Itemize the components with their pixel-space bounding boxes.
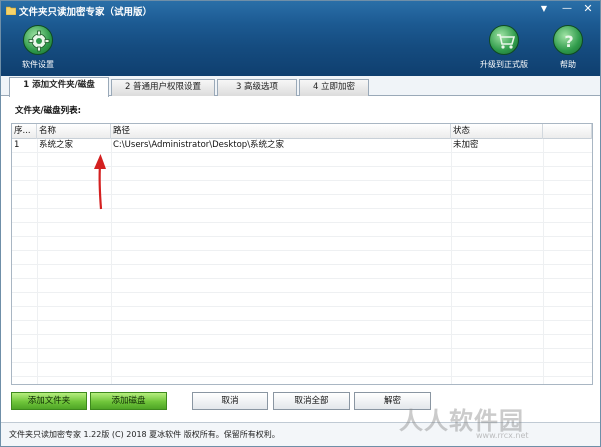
row-status: 未加密 [453, 140, 479, 150]
column-header-empty [543, 124, 592, 139]
cart-icon [489, 25, 519, 55]
red-arrow-annotation [94, 154, 106, 210]
table-row-empty [12, 251, 592, 265]
status-text: 文件夹只读加密专家 1.22版 (C) 2018 夏冰软件 版权所有。保留所有权… [9, 430, 280, 439]
add-disk-button[interactable]: 添加磁盘 [90, 392, 167, 410]
table-row-empty [12, 349, 592, 363]
table-row-empty [12, 237, 592, 251]
table-row-empty [12, 223, 592, 237]
help-button[interactable]: ? 帮助 [533, 25, 600, 75]
row-path: C:\Users\Administrator\Desktop\系统之家 [113, 140, 285, 150]
settings-label: 软件设置 [22, 60, 54, 69]
app-icon [6, 6, 16, 15]
title-header: 文件夹只读加密专家（试用版） ▼ — ✕ 软件设置 升级到正式版 ? 帮助 [1, 1, 600, 76]
row-seq: 1 [14, 140, 20, 150]
tab-advanced-options[interactable]: 3 高级选项 [217, 79, 297, 96]
table-row-empty [12, 307, 592, 321]
watermark-url: www.rrcx.net [476, 431, 529, 440]
table-row-empty [12, 209, 592, 223]
column-header-name[interactable]: 名称 [37, 124, 111, 139]
table-row-empty [12, 363, 592, 377]
question-icon: ? [553, 25, 583, 55]
gear-icon [23, 25, 53, 55]
folder-list-label: 文件夹/磁盘列表: [15, 106, 82, 116]
close-button[interactable]: ✕ [579, 3, 597, 16]
settings-button[interactable]: 软件设置 [3, 25, 73, 75]
table-header: 序... 名称 路径 状态 [12, 124, 592, 139]
svg-text:?: ? [564, 32, 573, 51]
table-row-empty [12, 321, 592, 335]
column-header-seq[interactable]: 序... [12, 124, 37, 139]
app-window: 文件夹只读加密专家（试用版） ▼ — ✕ 软件设置 升级到正式版 ? 帮助 1 … [0, 0, 601, 447]
tab-user-permissions[interactable]: 2 普通用户权限设置 [111, 79, 215, 96]
upgrade-button[interactable]: 升级到正式版 [469, 25, 539, 75]
minimize-button[interactable]: — [558, 3, 576, 16]
tab-add-folder-disk[interactable]: 1 添加文件夹/磁盘 [9, 77, 109, 97]
upgrade-label: 升级到正式版 [480, 60, 528, 69]
column-header-status[interactable]: 状态 [451, 124, 543, 139]
cancel-button[interactable]: 取消 [192, 392, 268, 410]
help-label: 帮助 [560, 60, 576, 69]
table-row-empty [12, 279, 592, 293]
tab-encrypt-now[interactable]: 4 立即加密 [299, 79, 369, 96]
table-row-empty [12, 335, 592, 349]
table-row-empty [12, 293, 592, 307]
add-folder-button[interactable]: 添加文件夹 [11, 392, 87, 410]
table-row-empty [12, 265, 592, 279]
window-title: 文件夹只读加密专家（试用版） [19, 7, 153, 18]
cancel-all-button[interactable]: 取消全部 [273, 392, 350, 410]
menu-dropdown-button[interactable]: ▼ [535, 3, 553, 16]
column-header-path[interactable]: 路径 [111, 124, 451, 139]
